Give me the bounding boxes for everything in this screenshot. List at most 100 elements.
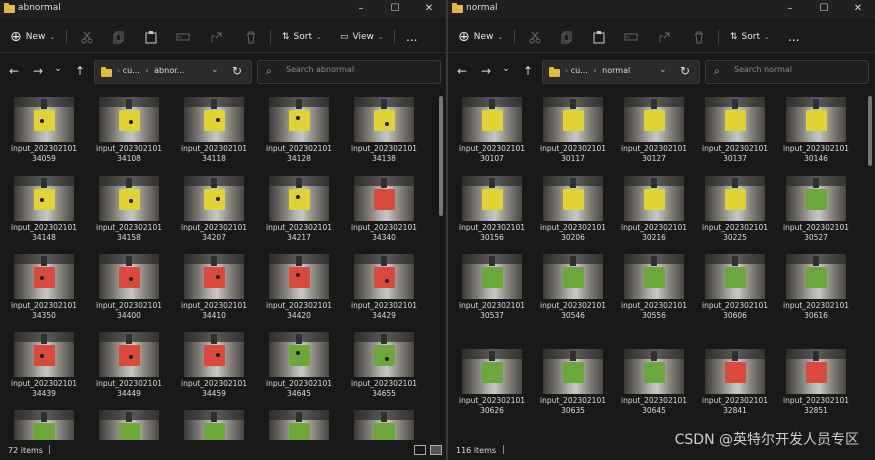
file-item[interactable]: input_202302101 30626 <box>457 342 529 415</box>
search-input[interactable] <box>732 64 875 75</box>
file-item[interactable]: input_202302101 30527 <box>781 169 853 242</box>
recent-locations-chevron-icon[interactable]: ⌄ <box>50 64 66 74</box>
breadcrumb-current[interactable]: abnor... <box>154 66 184 75</box>
file-item[interactable]: input_202302101 32841 <box>700 342 772 415</box>
share-icon[interactable] <box>658 30 672 44</box>
file-item[interactable]: input_202302101 30127 <box>619 90 691 163</box>
breadcrumb-current[interactable]: normal <box>602 66 630 75</box>
file-item[interactable]: input_202302101 34350 <box>9 247 81 320</box>
minimize-button[interactable]: – <box>773 0 807 18</box>
maximize-button[interactable]: ☐ <box>807 0 841 18</box>
search-input[interactable] <box>284 64 428 75</box>
paste-icon[interactable] <box>592 30 606 44</box>
details-view-button[interactable] <box>414 445 426 455</box>
more-options-button[interactable]: ... <box>788 29 799 45</box>
file-item[interactable] <box>349 403 421 440</box>
file-item[interactable]: input_202302101 34459 <box>179 325 251 398</box>
breadcrumb-root[interactable]: cu... <box>571 66 588 75</box>
title-bar[interactable]: normal – ☐ ✕ <box>448 0 875 18</box>
close-button[interactable]: ✕ <box>841 0 875 18</box>
file-item[interactable] <box>9 403 81 440</box>
vertical-scrollbar[interactable] <box>439 96 443 216</box>
file-item[interactable]: input_202302101 34128 <box>264 90 336 163</box>
file-item[interactable]: input_202302101 30546 <box>538 247 610 320</box>
share-icon[interactable] <box>210 30 224 44</box>
file-name-line-2: 34449 <box>117 389 141 398</box>
file-item[interactable]: input_202302101 30606 <box>700 247 772 320</box>
file-item[interactable] <box>179 403 251 440</box>
forward-arrow-icon[interactable]: → <box>30 64 46 78</box>
file-item[interactable]: input_202302101 34655 <box>349 325 421 398</box>
file-item[interactable]: input_202302101 34138 <box>349 90 421 163</box>
file-item[interactable]: input_202302101 34449 <box>94 325 166 398</box>
file-item[interactable] <box>94 403 166 440</box>
file-item[interactable]: input_202302101 30137 <box>700 90 772 163</box>
title-bar[interactable]: abnormal – ☐ ✕ <box>0 0 446 18</box>
file-item[interactable]: input_202302101 34340 <box>349 169 421 242</box>
file-item[interactable]: input_202302101 34207 <box>179 169 251 242</box>
file-item[interactable]: input_202302101 34420 <box>264 247 336 320</box>
copy-icon[interactable] <box>560 30 574 44</box>
file-item[interactable]: input_202302101 34439 <box>9 325 81 398</box>
up-arrow-icon[interactable]: ↑ <box>520 64 536 78</box>
rename-icon[interactable] <box>176 30 190 44</box>
file-item[interactable]: input_202302101 30225 <box>700 169 772 242</box>
file-item[interactable]: input_202302101 30146 <box>781 90 853 163</box>
recent-locations-chevron-icon[interactable]: ⌄ <box>498 64 514 74</box>
delete-icon[interactable] <box>244 30 258 44</box>
file-item[interactable]: input_202302101 34217 <box>264 169 336 242</box>
file-item[interactable]: input_202302101 34158 <box>94 169 166 242</box>
file-item[interactable]: input_202302101 30117 <box>538 90 610 163</box>
search-box[interactable]: ⌕ <box>705 60 875 84</box>
more-options-button[interactable]: ... <box>406 29 417 45</box>
file-item[interactable]: input_202302101 34148 <box>9 169 81 242</box>
file-item[interactable]: input_202302101 34429 <box>349 247 421 320</box>
minimize-button[interactable]: – <box>344 0 378 18</box>
image-thumbnail <box>354 97 414 142</box>
sort-button[interactable]: ⇅ Sort ⌄ <box>730 29 770 45</box>
copy-icon[interactable] <box>112 30 126 44</box>
file-item[interactable]: input_202302101 30537 <box>457 247 529 320</box>
breadcrumb-root[interactable]: cu... <box>123 66 140 75</box>
file-item[interactable]: input_202302101 32851 <box>781 342 853 415</box>
sort-button[interactable]: ⇅ Sort ⌄ <box>282 29 322 45</box>
forward-arrow-icon[interactable]: → <box>478 64 494 78</box>
file-item[interactable]: input_202302101 30156 <box>457 169 529 242</box>
file-item[interactable] <box>264 403 336 440</box>
file-item[interactable]: input_202302101 34645 <box>264 325 336 398</box>
back-arrow-icon[interactable]: ← <box>6 64 22 78</box>
vertical-scrollbar[interactable] <box>868 96 872 166</box>
file-item[interactable]: input_202302101 34118 <box>179 90 251 163</box>
maximize-button[interactable]: ☐ <box>378 0 412 18</box>
file-item[interactable]: input_202302101 30616 <box>781 247 853 320</box>
file-item[interactable]: input_202302101 34410 <box>179 247 251 320</box>
file-item[interactable]: input_202302101 30645 <box>619 342 691 415</box>
file-item[interactable]: input_202302101 30206 <box>538 169 610 242</box>
file-item[interactable]: input_202302101 30635 <box>538 342 610 415</box>
file-item[interactable]: input_202302101 34059 <box>9 90 81 163</box>
new-button[interactable]: ⊕ New ⌄ <box>458 29 503 45</box>
large-icons-view-button[interactable] <box>430 445 442 455</box>
new-button[interactable]: ⊕ New ⌄ <box>10 29 55 45</box>
back-arrow-icon[interactable]: ← <box>454 64 470 78</box>
refresh-icon[interactable]: ↻ <box>680 64 690 78</box>
file-item[interactable]: input_202302101 34400 <box>94 247 166 320</box>
address-dropdown-icon[interactable]: ⌄ <box>659 65 667 75</box>
file-item[interactable]: input_202302101 30556 <box>619 247 691 320</box>
cut-icon[interactable] <box>528 30 542 44</box>
close-button[interactable]: ✕ <box>412 0 446 18</box>
address-bar[interactable]: › cu... › normal ⌄ <box>542 60 700 84</box>
delete-icon[interactable] <box>692 30 706 44</box>
rename-icon[interactable] <box>624 30 638 44</box>
up-arrow-icon[interactable]: ↑ <box>72 64 88 78</box>
address-bar[interactable]: › cu... › abnor... ⌄ <box>94 60 252 84</box>
file-item[interactable]: input_202302101 30216 <box>619 169 691 242</box>
file-item[interactable]: input_202302101 34108 <box>94 90 166 163</box>
search-box[interactable]: ⌕ <box>257 60 441 84</box>
paste-icon[interactable] <box>144 30 158 44</box>
file-item[interactable]: input_202302101 30107 <box>457 90 529 163</box>
cut-icon[interactable] <box>80 30 94 44</box>
view-button[interactable]: ▭ View ⌄ <box>340 29 384 45</box>
address-dropdown-icon[interactable]: ⌄ <box>211 65 219 75</box>
refresh-icon[interactable]: ↻ <box>232 64 242 78</box>
